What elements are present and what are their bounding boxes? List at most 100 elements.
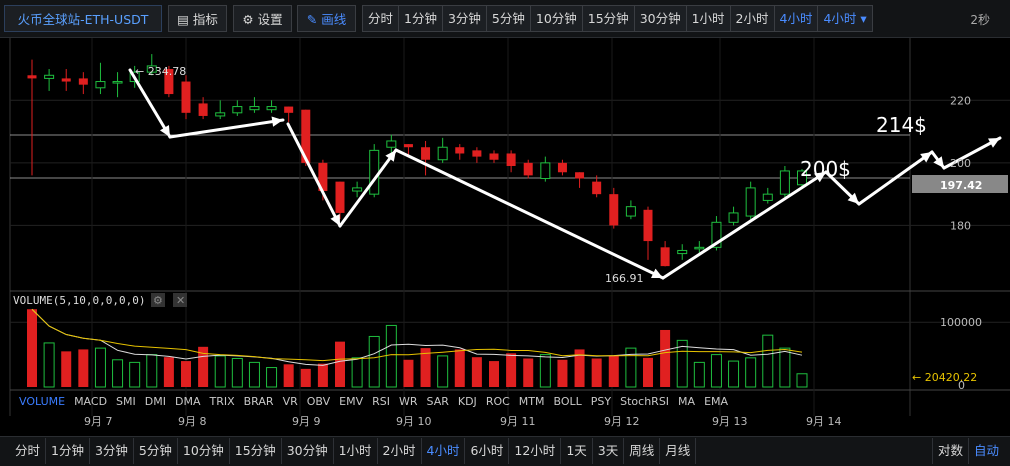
period-tab-5[interactable]: 15分钟 [582,6,635,31]
indicator-tab-stochrsi[interactable]: StochRSI [620,393,669,411]
volume-bar [27,309,37,387]
bottom-period-4[interactable]: 10分钟 [178,438,230,464]
period-tab-4[interactable]: 10分钟 [530,6,583,31]
indicator-tab-ema[interactable]: EMA [704,393,728,411]
bottom-period-9[interactable]: 4小时 [422,438,466,464]
indicator-tab-rsi[interactable]: RSI [372,393,390,411]
draw-line-button[interactable]: ✎ 画线 [297,5,356,32]
indicator-tab-psy[interactable]: PSY [591,393,611,411]
gear-icon: ⚙ [242,12,258,27]
volume-bar [660,329,671,387]
indicator-tab-trix[interactable]: TRIX [209,393,234,411]
volume-bar [489,361,499,387]
period-tab-9[interactable]: 4小时 [774,6,819,31]
drawn-trend-lines [128,68,1002,280]
volume-bar [762,334,774,388]
indicators-button[interactable]: ▤ 指标 [168,5,227,32]
indicator-tab-macd[interactable]: MACD [74,393,107,411]
indicator-tab-smi[interactable]: SMI [116,393,136,411]
price-tick-200: 200 [950,157,971,170]
symbol-selector[interactable]: 火币全球站-ETH-USDT [4,5,162,32]
indicator-tab-boll[interactable]: BOLL [554,393,582,411]
bottom-period-0[interactable]: 分时 [10,438,47,464]
candle [78,72,88,95]
indicator-tab-mtm[interactable]: MTM [519,393,545,411]
high-price-label: ← 234.78 [135,65,186,78]
indicator-tab-wr[interactable]: WR [399,393,418,411]
period-tab-8[interactable]: 2小时 [730,6,775,31]
indicator-tab-vr[interactable]: VR [283,393,298,411]
indicator-tab-emv[interactable]: EMV [339,393,363,411]
candle-body-up [728,212,739,223]
indicator-tab-volume[interactable]: VOLUME [19,393,65,411]
period-tab-0[interactable]: 分时 [363,6,400,31]
bottom-period-tabs: 分时 1分钟 3分钟 5分钟 10分钟 15分钟 30分钟 1小时 2小时 4小时 6小时 12小时 1… [10,438,697,464]
refresh-interval[interactable]: 2秒 [970,11,990,28]
indicator-tab-brar[interactable]: BRAR [244,393,274,411]
bottom-period-10[interactable]: 6小时 [465,438,510,464]
candle-body-up [249,106,260,111]
bottom-period-6[interactable]: 30分钟 [282,438,334,464]
candle-body-up [677,249,688,255]
bottom-period-15[interactable]: 月线 [660,438,697,464]
volume-bar [539,354,551,388]
settings-button[interactable]: ⚙ 设置 [233,5,292,32]
candle-body-down [61,78,71,82]
indicator-tab-obv[interactable]: OBV [307,393,330,411]
pencil-icon: ✎ [306,12,322,27]
volume-bar [231,357,243,388]
candle [609,187,619,229]
candle-body-down [557,162,567,173]
indicator-tab-dma[interactable]: DMA [175,393,201,411]
bottom-period-11[interactable]: 12小时 [509,438,562,464]
bottom-period-2[interactable]: 3分钟 [90,438,134,464]
volume-bar [214,355,226,388]
scale-buttons: 对数 自动 [931,438,1004,464]
log-scale-button[interactable]: 对数 [931,438,968,464]
indicator-tab-kdj[interactable]: KDJ [458,393,477,411]
period-tab-6[interactable]: 30分钟 [634,6,687,31]
date-label-0: 9月 7 [84,415,113,428]
candle-body-down [403,144,413,148]
candle-body-up [762,193,773,201]
period-tab-1[interactable]: 1分钟 [399,6,443,31]
auto-scale-button[interactable]: 自动 [967,438,1004,464]
bottom-period-8[interactable]: 2小时 [378,438,422,464]
bottom-period-13[interactable]: 3天 [593,438,625,464]
top-toolbar: 火币全球站-ETH-USDT ▤ 指标 ⚙ 设置 ✎ 画线 分时 1分钟 3分钟 5分… [0,0,1010,38]
candle-body-down [181,81,191,113]
period-tab-3[interactable]: 5分钟 [486,6,531,31]
bottom-period-14[interactable]: 周线 [624,438,661,464]
period-tab-10[interactable]: 4小时 ▾ [818,6,872,31]
bottom-period-5[interactable]: 15分钟 [230,438,282,464]
candle [284,106,294,123]
candle [728,206,739,226]
volume-bar [454,349,465,387]
indicator-tab-roc[interactable]: ROC [486,393,510,411]
date-label-6: 9月 13 [712,415,748,428]
candle-body-down [575,172,585,179]
bottom-period-3[interactable]: 5分钟 [134,438,178,464]
candle-body-up [215,112,226,117]
indicator-tab-sar[interactable]: SAR [427,393,449,411]
trend-arrow-4 [338,148,398,228]
bottom-period-7[interactable]: 1小时 [334,438,378,464]
candle [369,144,380,198]
period-tab-2[interactable]: 3分钟 [442,6,487,31]
volume-bar [248,361,260,388]
indicator-tab-dmi[interactable]: DMI [145,393,166,411]
bottom-period-1[interactable]: 1分钟 [46,438,90,464]
candle-body-down [609,194,619,226]
draw-label: 画线 [321,12,347,27]
period-tab-7[interactable]: 1小时 [686,6,731,31]
indicator-tab-ma[interactable]: MA [678,393,695,411]
gear-icon: ⚙ [153,294,163,307]
candle [27,59,37,176]
bottom-period-12[interactable]: 1天 [561,438,593,464]
candle-body-up [352,187,363,192]
volume-bar [78,349,89,387]
kline-chart[interactable]: 220 200 180 197.42 ← 234.78 166.91 200$ 214$ VOL… [0,38,1010,436]
candle [575,172,585,188]
volume-bar [283,364,294,387]
date-label-3: 9月 10 [396,415,432,428]
